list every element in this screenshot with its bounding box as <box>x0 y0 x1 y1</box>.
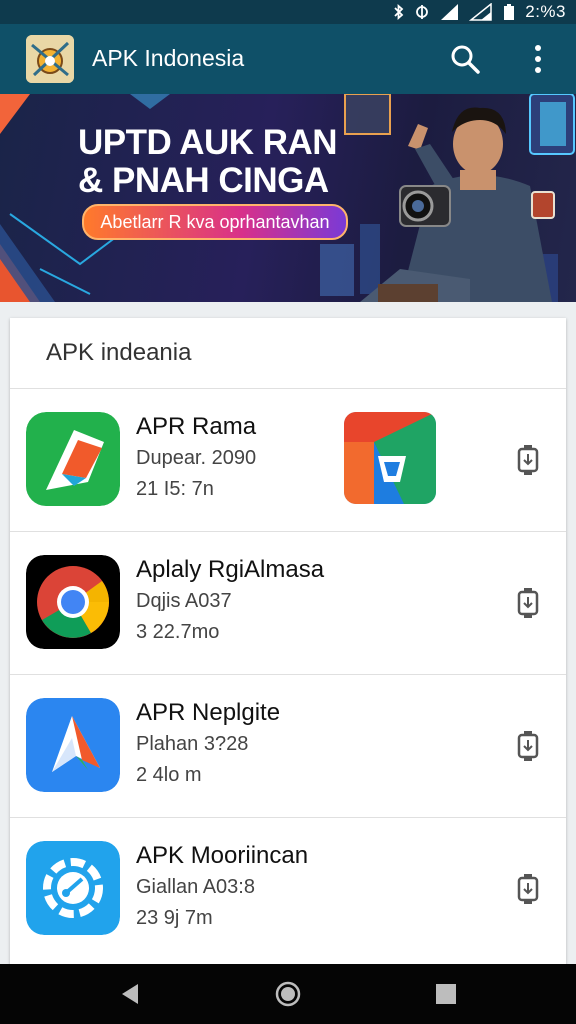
app-size: 23 9j 7m <box>136 907 213 929</box>
banner-title-line1: UPTD AUK RAN <box>78 123 338 162</box>
apk-list-card: APK indeania APR Rama Dupear. 2090 21 I5… <box>10 318 566 978</box>
banner-title-line2: & PNAH CINGA <box>78 161 329 200</box>
search-icon[interactable] <box>448 42 482 76</box>
app-icon-green-arrow <box>26 412 120 506</box>
app-subtitle: Plahan 3?28 <box>136 733 249 755</box>
data-sync-icon <box>416 5 429 19</box>
list-item-text: Aplaly RgiAlmasa Dqjis A037 3 22.7mo <box>136 556 324 644</box>
app-size: 2 4lo m <box>136 764 202 786</box>
list-header: APK indeania <box>10 318 566 389</box>
app-icon-red-blue-tile[interactable] <box>344 412 436 504</box>
more-vert-icon[interactable] <box>526 42 550 76</box>
battery-icon <box>504 4 515 20</box>
app-title: APK Indonesia <box>92 45 245 71</box>
status-bar: 2:%3 <box>0 0 576 24</box>
list-item[interactable]: APK Mooriincan Giallan A03:8 23 9j 7m <box>10 818 566 960</box>
download-icon[interactable] <box>516 445 540 475</box>
app-name: APR Neplgite <box>136 699 281 726</box>
app-size: 3 22.7mo <box>136 621 220 643</box>
signal-icon <box>441 4 459 20</box>
bluetooth-icon <box>394 4 404 20</box>
back-icon[interactable] <box>116 980 144 1008</box>
navigation-bar <box>0 964 576 1024</box>
app-name: APK Mooriincan <box>136 842 309 869</box>
app-logo <box>26 35 74 83</box>
status-time: 2:%3 <box>525 2 566 21</box>
download-icon[interactable] <box>516 874 540 904</box>
download-icon[interactable] <box>516 731 540 761</box>
home-icon[interactable] <box>274 980 302 1008</box>
app-subtitle: Giallan A03:8 <box>136 876 255 898</box>
banner-cta-button[interactable]: Abetlarr R kva oprhantavhan <box>82 204 348 240</box>
list-item[interactable]: Aplaly RgiAlmasa Dqjis A037 3 22.7mo <box>10 532 566 675</box>
recents-icon[interactable] <box>432 980 460 1008</box>
list-item-text: APR Neplgite Plahan 3?28 2 4lo m <box>136 699 280 787</box>
list-item-text: APR Rama Dupear. 2090 21 I5: 7n <box>136 413 256 501</box>
list-item[interactable]: APR Neplgite Plahan 3?28 2 4lo m <box>10 675 566 818</box>
app-bar: APK Indonesia <box>0 24 576 94</box>
status-icons: 2:%3 <box>393 2 566 22</box>
wifi-signal-icon <box>469 3 492 21</box>
app-name: APR Rama <box>136 413 257 440</box>
banner-title: UPTD AUK RAN & PNAH CINGA <box>78 123 338 200</box>
promo-banner[interactable]: UPTD AUK RAN & PNAH CINGA Abetlarr R kva… <box>0 94 576 302</box>
app-name: Aplaly RgiAlmasa <box>136 556 325 583</box>
app-icon-blue-paper-plane <box>26 698 120 792</box>
app-subtitle: Dupear. 2090 <box>136 447 257 469</box>
list-item-text: APK Mooriincan Giallan A03:8 23 9j 7m <box>136 842 308 930</box>
download-icon[interactable] <box>516 588 540 618</box>
app-size: 21 I5: 7n <box>136 478 214 500</box>
app-icon-blue-gear <box>26 841 120 935</box>
app-subtitle: Dqjis A037 <box>136 590 232 612</box>
chrome-icon <box>26 555 120 649</box>
list-item[interactable]: APR Rama Dupear. 2090 21 I5: 7n <box>10 389 566 532</box>
